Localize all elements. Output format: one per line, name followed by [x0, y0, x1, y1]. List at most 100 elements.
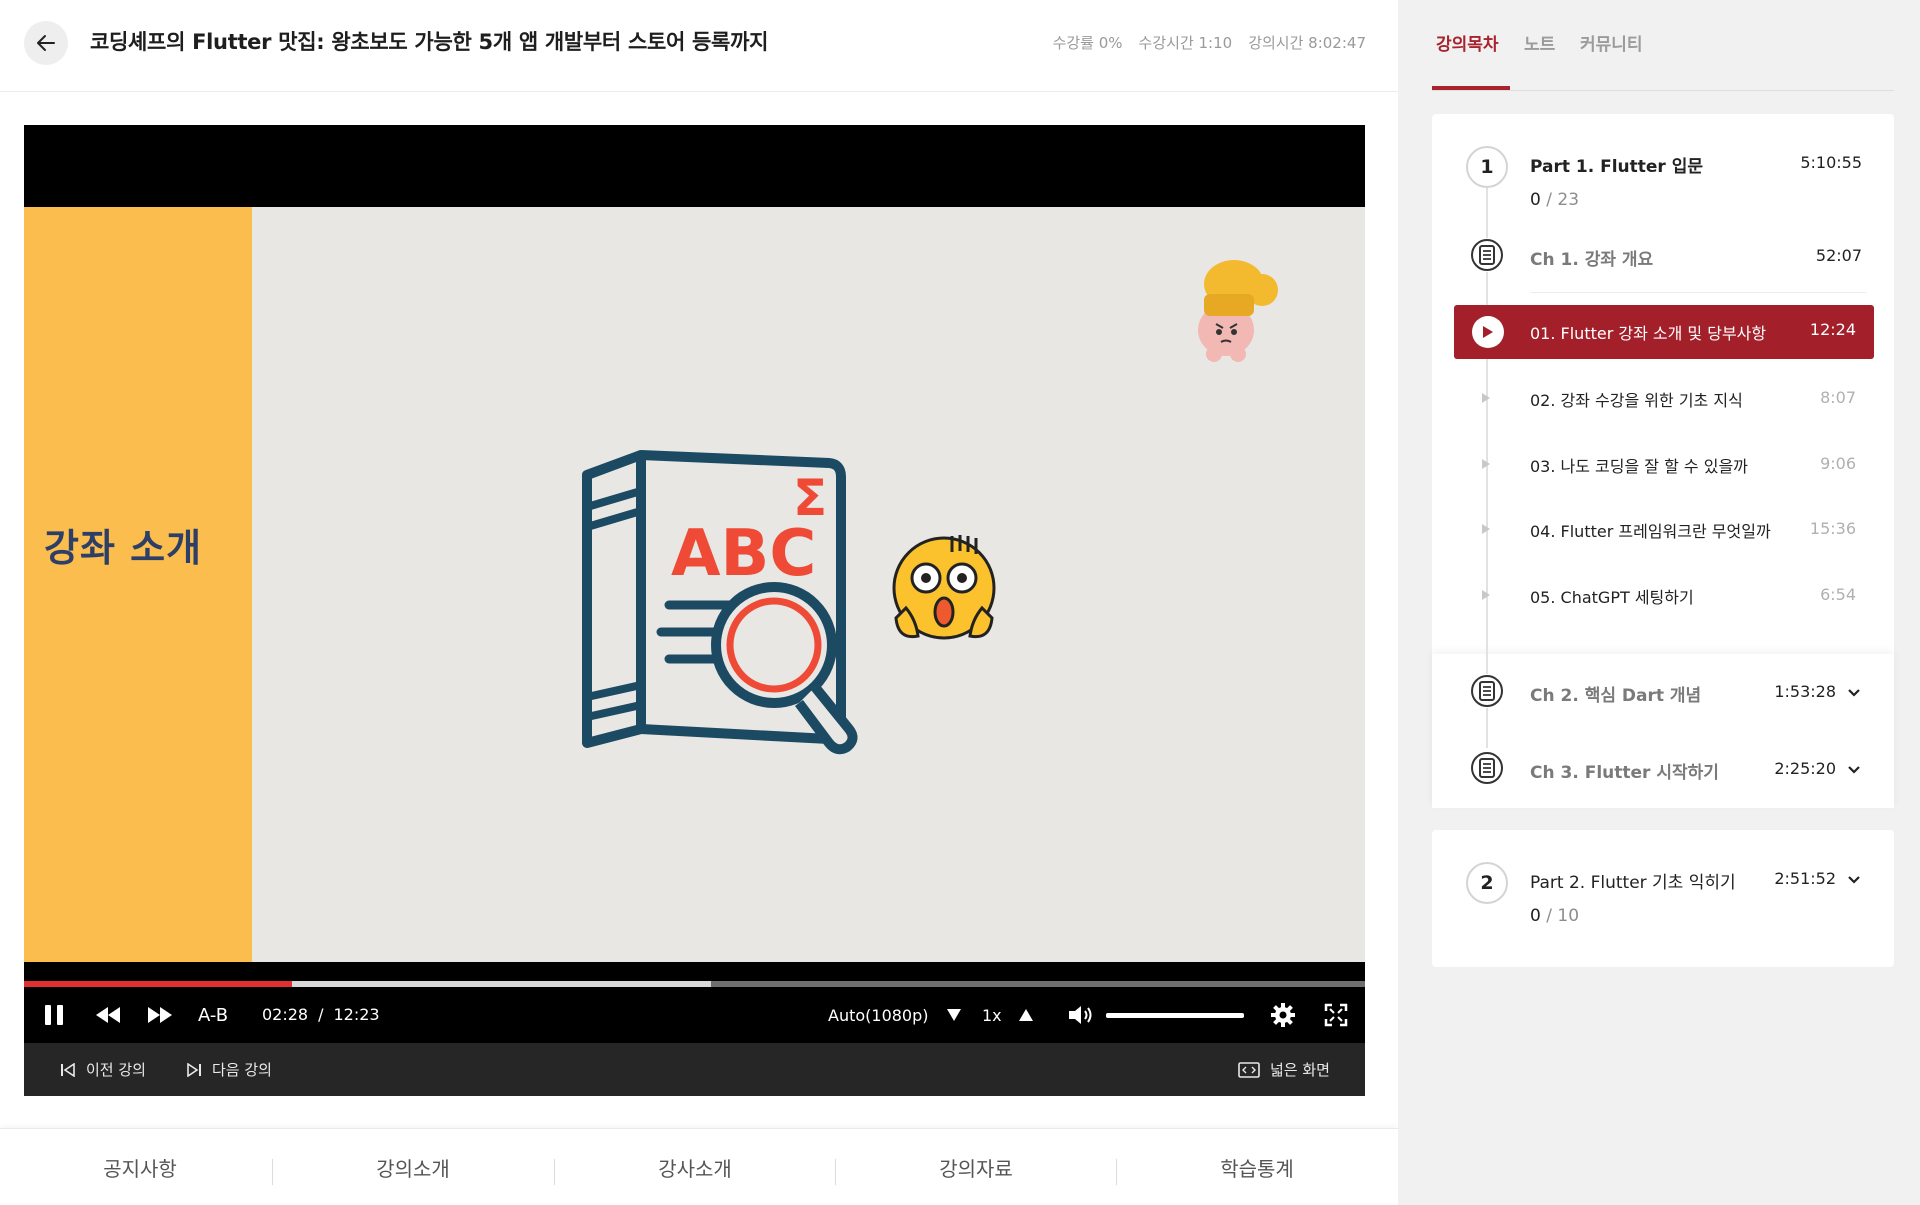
tab-notice[interactable]: 공지사항	[0, 1129, 280, 1205]
quality-selector[interactable]: Auto(1080p)	[828, 1001, 929, 1029]
mute-button[interactable]	[1066, 1001, 1096, 1029]
next-lesson-button[interactable]: 다음 강의	[186, 1043, 272, 1096]
settings-button[interactable]	[1268, 1001, 1298, 1029]
tab-instructor[interactable]: 강사소개	[555, 1129, 835, 1205]
tab-materials[interactable]: 강의자료	[836, 1129, 1116, 1205]
lesson-item[interactable]: 04. Flutter 프레임워크란 무엇일까	[1530, 518, 1771, 542]
progress-rate: 수강률 0%	[1052, 34, 1123, 52]
course-duration: 강의시간 8:02:47	[1248, 34, 1366, 52]
playback-speed: 1x	[982, 1005, 1002, 1025]
triangle-down-icon	[947, 1009, 961, 1021]
rewind-button[interactable]	[92, 1001, 124, 1029]
part-number-badge: 1	[1466, 146, 1508, 188]
sidebar-tabs: 강의목차 노트 커뮤니티	[1398, 0, 1920, 92]
active-tab-indicator	[1432, 86, 1510, 90]
tab-learning-stats[interactable]: 학습통계	[1117, 1129, 1397, 1205]
document-list-icon	[1471, 239, 1503, 271]
lesson-duration: 12:24	[1809, 320, 1856, 339]
chapter-duration: 1:53:28	[1774, 682, 1836, 701]
book-text: ABC	[671, 517, 816, 591]
chapter-icon	[1470, 751, 1504, 785]
tab-notes[interactable]: 노트	[1524, 30, 1555, 55]
part-card-2: 2 Part 2. Flutter 기초 익히기 2:51:52 0 / 10	[1432, 830, 1894, 967]
book-symbol: Σ	[793, 469, 827, 527]
next-lesson-label: 다음 강의	[212, 1061, 272, 1079]
lesson-duration: 6:54	[1820, 585, 1856, 604]
rewind-icon	[96, 1007, 120, 1023]
lesson-play-icon	[1482, 524, 1490, 534]
chapter-duration: 52:07	[1815, 246, 1862, 265]
wide-screen-button[interactable]: 넓은 화면	[1238, 1043, 1330, 1096]
chef-mascot-icon	[1198, 260, 1278, 362]
lesson-nav-bar: 이전 강의 다음 강의 넓은 화면	[24, 1043, 1365, 1096]
lesson-item[interactable]: 02. 강좌 수강을 위한 기초 지식	[1530, 387, 1743, 411]
lesson-play-icon	[1482, 393, 1490, 403]
count-separator: /	[1540, 190, 1558, 210]
part-progress-count: 0 / 10	[1530, 906, 1579, 926]
fast-forward-button[interactable]	[144, 1001, 176, 1029]
total-count: 23	[1557, 190, 1580, 210]
done-count: 0	[1530, 906, 1541, 926]
wavy-edge-decoration	[242, 207, 252, 962]
fullscreen-button[interactable]	[1322, 1001, 1350, 1029]
speed-down-button[interactable]	[944, 1003, 964, 1027]
tab-community[interactable]: 커뮤니티	[1580, 30, 1643, 55]
scared-emoji-icon	[892, 535, 996, 640]
part-card-1: 1 Part 1. Flutter 입문 5:10:55 0 / 23 Ch 1…	[1432, 114, 1894, 808]
course-stats: 수강률 0% 수강시간 1:10 강의시간 8:02:47	[1053, 32, 1366, 53]
chapter-divider	[1530, 292, 1866, 293]
chapter-title[interactable]: Ch 3. Flutter 시작하기	[1530, 758, 1719, 783]
chapter-title[interactable]: Ch 2. 핵심 Dart 개념	[1530, 681, 1701, 706]
course-header: 코딩셰프의 Flutter 맛집: 왕초보도 가능한 5개 앱 개발부터 스토어…	[0, 0, 1398, 92]
time-separator: /	[318, 1005, 324, 1024]
lesson-play-icon	[1482, 590, 1490, 600]
tab-course-intro[interactable]: 강의소개	[273, 1129, 553, 1205]
speed-up-button[interactable]	[1016, 1003, 1036, 1027]
chapter-icon	[1470, 674, 1504, 708]
volume-level	[1106, 1013, 1244, 1018]
part-title[interactable]: Part 1. Flutter 입문	[1530, 152, 1703, 177]
player-controls: A-B 02:28 / 12:23 Auto(1080p) 1x	[24, 987, 1365, 1043]
back-button[interactable]	[24, 21, 68, 65]
volume-icon	[1069, 1006, 1092, 1024]
lesson-item[interactable]: 03. 나도 코딩을 잘 할 수 있을까	[1530, 453, 1748, 477]
document-list-icon	[1471, 675, 1503, 707]
skip-next-icon	[187, 1062, 201, 1077]
video-frame[interactable]: 강좌 소개 ABC Σ	[24, 207, 1365, 962]
part-title[interactable]: Part 2. Flutter 기초 익히기	[1530, 868, 1736, 893]
document-list-icon	[1471, 752, 1503, 784]
wide-screen-icon	[1238, 1061, 1260, 1078]
wide-screen-label: 넓은 화면	[1270, 1061, 1330, 1079]
lesson-duration: 9:06	[1820, 454, 1856, 473]
video-player[interactable]: 강좌 소개 ABC Σ A-B 02:28 / 12:23 Auto(1080p…	[24, 125, 1365, 1096]
lesson-item[interactable]: 05. ChatGPT 세팅하기	[1530, 584, 1694, 608]
arrow-left-icon	[37, 35, 55, 51]
chapter-duration: 2:25:20	[1774, 759, 1836, 778]
bottom-tab-bar: 공지사항 강의소개 강사소개 강의자료 학습통계	[0, 1128, 1398, 1205]
pause-button[interactable]	[40, 1001, 68, 1029]
lesson-duration: 8:07	[1820, 388, 1856, 407]
fast-forward-icon	[148, 1007, 172, 1023]
slide-side-band	[24, 207, 252, 962]
lesson-play-icon	[1482, 459, 1490, 469]
ab-repeat-button[interactable]: A-B	[198, 1001, 228, 1029]
lesson-item-active[interactable]: 01. Flutter 강좌 소개 및 당부사항 12:24	[1454, 305, 1874, 359]
main-area: 코딩셰프의 Flutter 맛집: 왕초보도 가능한 5개 앱 개발부터 스토어…	[0, 0, 1398, 1205]
chevron-down-icon[interactable]	[1846, 685, 1862, 701]
total-count: 10	[1557, 906, 1580, 926]
tab-baseline	[1432, 90, 1894, 91]
curriculum-sidebar: 강의목차 노트 커뮤니티 1 Part 1. Flutter 입문 5:10:5…	[1398, 0, 1920, 1205]
tab-curriculum[interactable]: 강의목차	[1436, 30, 1499, 55]
chevron-down-icon[interactable]	[1846, 762, 1862, 778]
part-number-badge: 2	[1466, 862, 1508, 904]
watched-time: 수강시간 1:10	[1138, 34, 1233, 52]
prev-lesson-button[interactable]: 이전 강의	[60, 1043, 146, 1096]
time-display: 02:28 / 12:23	[262, 1005, 380, 1024]
volume-slider[interactable]	[1106, 1013, 1244, 1018]
fullscreen-icon	[1324, 1003, 1348, 1027]
pause-icon	[45, 1005, 63, 1025]
count-separator: /	[1540, 906, 1558, 926]
chapter-title[interactable]: Ch 1. 강좌 개요	[1530, 245, 1653, 270]
chevron-down-icon[interactable]	[1846, 872, 1862, 888]
part-duration: 2:51:52	[1774, 869, 1836, 888]
